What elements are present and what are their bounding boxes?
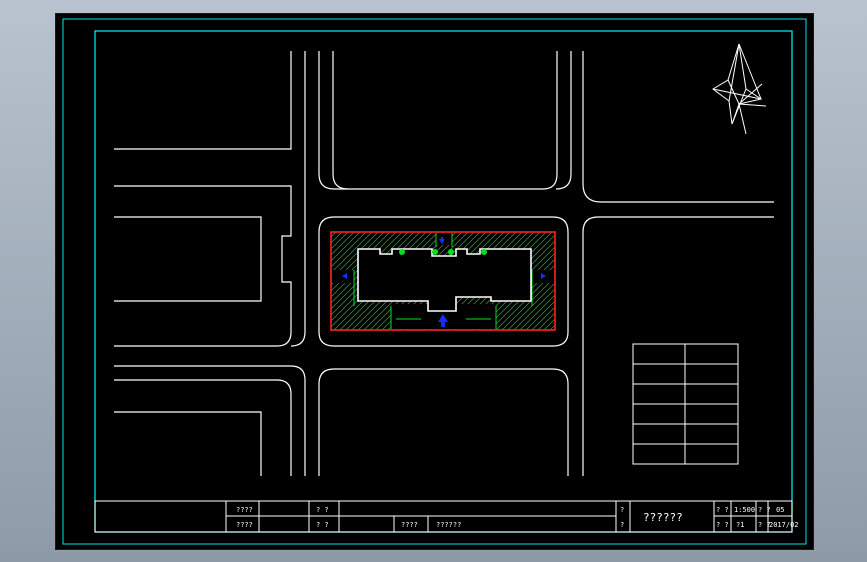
title-block: ???? ? ? ???? ? ? ???? ?????? ? ? ? ? 1:… (94, 500, 799, 533)
tb-r2c4: ?????? (436, 521, 461, 529)
tb-r2c1: ???? (236, 521, 253, 529)
tb-r2-b: ?1 (736, 521, 744, 529)
tb-r1-c: ? ? (758, 506, 771, 514)
tb-r2-d: 2017/02 (769, 521, 799, 529)
tb-r2c2: ? ? (316, 521, 329, 529)
legend-table (632, 343, 739, 465)
tb-r1-d: 05 (776, 506, 784, 514)
tb-r2-mid: ? (620, 521, 624, 529)
site-plan (330, 231, 556, 331)
cad-viewport[interactable]: ???? ? ? ???? ? ? ???? ?????? ? ? ? ? 1:… (55, 13, 814, 550)
tb-r1c1: ???? (236, 506, 253, 514)
north-arrow-symbol (712, 43, 767, 135)
drawing-canvas: ???? ? ? ???? ? ? ???? ?????? ? ? ? ? 1:… (62, 18, 807, 545)
project-title: ?????? (643, 511, 683, 524)
tb-r1-b: 1:500 (734, 506, 755, 514)
tb-r2c3: ???? (401, 521, 418, 529)
tb-r1-mid: ? (620, 506, 624, 514)
tb-r2-a: ? ? (716, 521, 729, 529)
tb-r1-a: ? ? (716, 506, 729, 514)
building-footprint (357, 248, 532, 312)
tb-r1c2: ? ? (316, 506, 329, 514)
